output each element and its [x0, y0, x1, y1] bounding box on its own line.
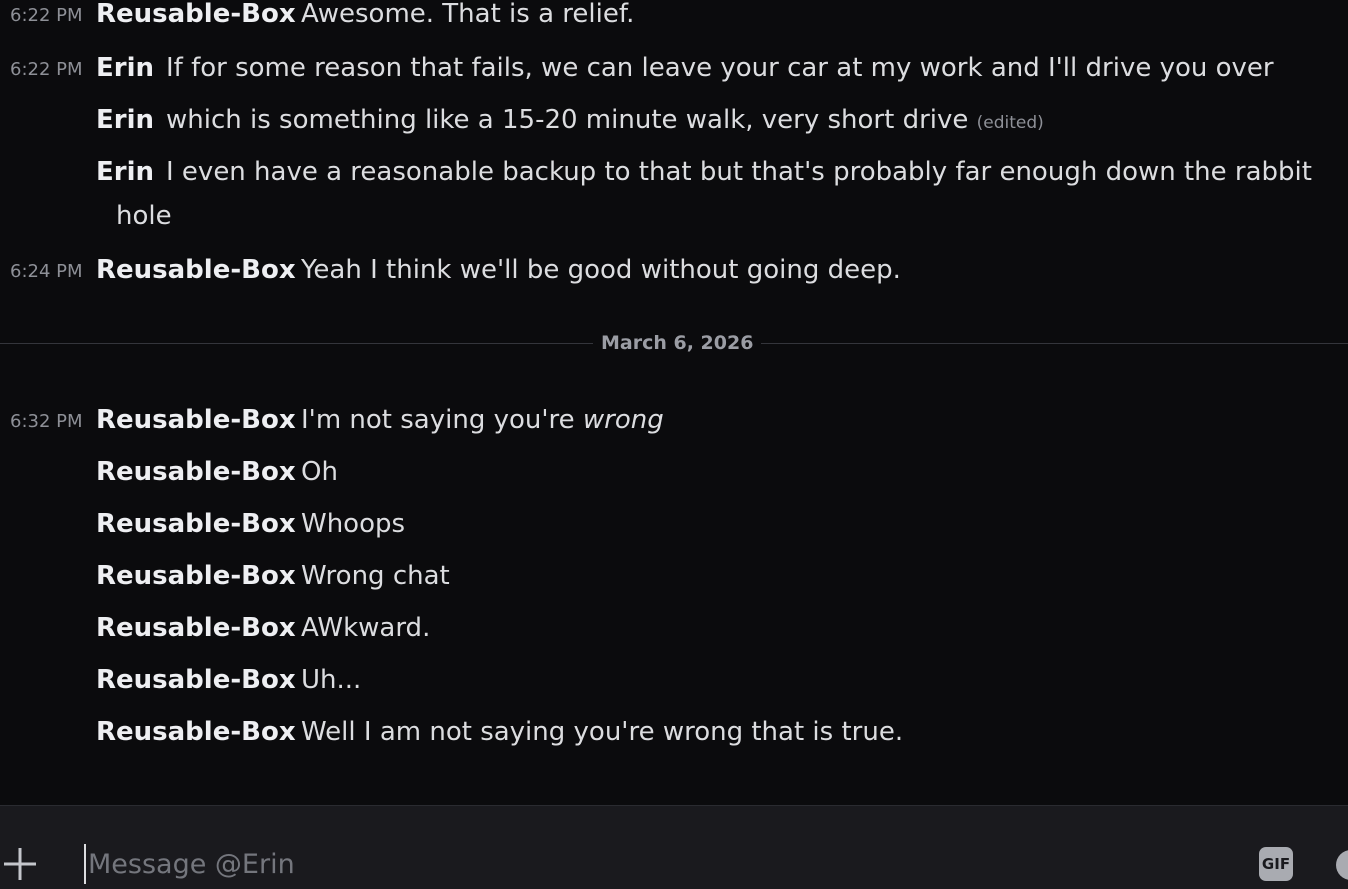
message-author[interactable]: Reusable-Box: [96, 710, 296, 754]
message-text-body: which is something like a 15-20 minute w…: [166, 105, 969, 135]
gif-button[interactable]: GIF: [1259, 847, 1293, 881]
message-author[interactable]: Reusable-Box: [96, 450, 296, 494]
message-author[interactable]: Reusable-Box: [96, 0, 296, 36]
message-author[interactable]: Reusable-Box: [96, 398, 296, 442]
message-timestamp: 6:22 PM: [10, 5, 83, 26]
edited-marker: (edited): [976, 113, 1044, 133]
message-author[interactable]: Erin: [96, 150, 154, 194]
message-text: I even have a reasonable backup to that …: [166, 157, 1312, 187]
message-author[interactable]: Erin: [96, 98, 154, 142]
message-text-continuation: hole: [116, 201, 172, 231]
message-author[interactable]: Reusable-Box: [96, 658, 296, 702]
message-author[interactable]: Reusable-Box: [96, 606, 296, 650]
message-text: Yeah I think we'll be good without going…: [301, 255, 901, 285]
message-text-body: I'm not saying you're: [301, 405, 583, 435]
message-composer: GIF: [0, 805, 1348, 889]
message-text: which is something like a 15-20 minute w…: [166, 98, 1044, 145]
emoji-icon[interactable]: [1336, 850, 1348, 880]
message-text: Whoops: [301, 509, 406, 539]
message-text: Awesome. That is a relief.: [301, 0, 635, 29]
message-text-emphasis: wrong: [582, 405, 664, 435]
message-text: Uh...: [301, 665, 362, 695]
message-input[interactable]: [84, 844, 1238, 884]
message-text: AWkward.: [301, 613, 431, 643]
message-list: 6:22 PM Reusable-Box Awesome. That is a …: [0, 0, 1348, 805]
message-author[interactable]: Reusable-Box: [96, 554, 296, 598]
message-timestamp: 6:32 PM: [10, 411, 83, 432]
message-text: If for some reason that fails, we can le…: [166, 53, 1274, 83]
message-author[interactable]: Reusable-Box: [96, 502, 296, 546]
message-author[interactable]: Erin: [96, 46, 154, 90]
message-timestamp: 6:22 PM: [10, 59, 83, 80]
message-text: Wrong chat: [301, 561, 450, 591]
message-timestamp: 6:24 PM: [10, 261, 83, 282]
message-text: Well I am not saying you're wrong that i…: [301, 717, 904, 747]
message-text: Oh: [301, 457, 338, 487]
plus-icon[interactable]: [0, 844, 40, 884]
message-text: I'm not saying you're wrong: [301, 398, 664, 442]
message-author[interactable]: Reusable-Box: [96, 248, 296, 292]
date-divider-label: March 6, 2026: [593, 330, 762, 356]
